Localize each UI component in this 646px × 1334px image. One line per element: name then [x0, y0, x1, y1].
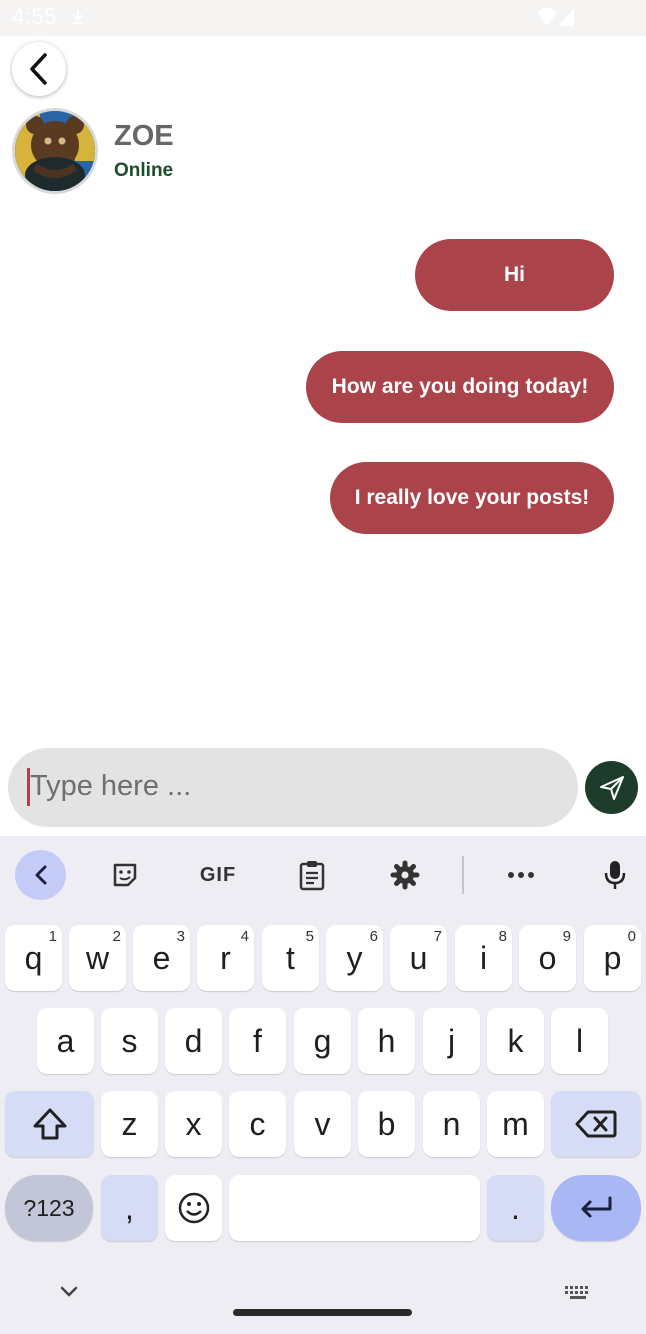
key-x[interactable]: x [165, 1091, 222, 1157]
numbers-key[interactable]: ?123 [5, 1175, 93, 1241]
keyboard-collapse-button[interactable] [15, 850, 66, 900]
key-j[interactable]: j [423, 1008, 480, 1074]
mic-icon [604, 861, 626, 889]
input-placeholder: Type here ... [30, 770, 192, 802]
message-input[interactable]: Type here ... [8, 748, 578, 827]
more-button[interactable] [496, 850, 546, 900]
shift-key[interactable] [5, 1091, 94, 1157]
key-v[interactable]: v [294, 1091, 351, 1157]
avatar[interactable] [12, 108, 98, 194]
key-h[interactable]: h [358, 1008, 415, 1074]
key-e[interactable]: e3 [133, 925, 190, 991]
period-key[interactable]: . [487, 1175, 544, 1241]
key-t[interactable]: t5 [262, 925, 319, 991]
key-f[interactable]: f [229, 1008, 286, 1074]
key-m[interactable]: m [487, 1091, 544, 1157]
message-bubble[interactable]: I really love your posts! [330, 462, 614, 534]
contact-status: Online [114, 160, 174, 181]
key-z[interactable]: z [101, 1091, 158, 1157]
more-icon [508, 872, 534, 878]
key-b[interactable]: b [358, 1091, 415, 1157]
send-icon [599, 775, 624, 800]
settings-button[interactable] [380, 850, 430, 900]
hide-keyboard-icon[interactable] [58, 1284, 80, 1300]
keyboard-switcher-icon[interactable] [564, 1284, 592, 1302]
key-p[interactable]: p0 [584, 925, 641, 991]
signal-icons [537, 8, 574, 26]
backspace-key[interactable] [551, 1091, 641, 1157]
teddy-bear-avatar-image [15, 111, 95, 191]
clipboard-icon [299, 861, 325, 891]
notification-icon [73, 10, 83, 24]
enter-icon [581, 1196, 612, 1218]
emoji-icon [178, 1192, 209, 1224]
key-r[interactable]: r4 [197, 925, 254, 991]
clipboard-button[interactable] [287, 850, 337, 900]
status-time: 4:55 [12, 4, 57, 29]
enter-key[interactable] [551, 1175, 641, 1241]
sticker-icon [113, 863, 137, 887]
key-k[interactable]: k [487, 1008, 544, 1074]
gear-icon [390, 860, 420, 890]
voice-input-button[interactable] [590, 850, 640, 900]
contact-name: ZOE [114, 120, 174, 152]
comma-key[interactable]: , [101, 1175, 158, 1241]
chevron-left-icon [35, 865, 46, 885]
key-w[interactable]: w2 [69, 925, 126, 991]
key-d[interactable]: d [165, 1008, 222, 1074]
message-bubble[interactable]: Hi [415, 239, 614, 311]
back-button[interactable] [12, 42, 66, 96]
key-i[interactable]: i8 [455, 925, 512, 991]
home-indicator[interactable] [233, 1309, 412, 1316]
key-q[interactable]: q1 [5, 925, 62, 991]
shift-icon [33, 1108, 66, 1140]
backspace-icon [575, 1110, 617, 1138]
key-g[interactable]: g [294, 1008, 351, 1074]
send-button[interactable] [585, 761, 638, 814]
soft-keyboard: GIF q1 w2 e3 r4 t5 y6 u 7 i 8 o 9 p 0 a … [0, 836, 646, 1334]
key-y[interactable]: y6 [326, 925, 383, 991]
key-o[interactable]: o9 [519, 925, 576, 991]
status-bar: 4:55 [0, 0, 646, 36]
key-n[interactable]: n [423, 1091, 480, 1157]
message-bubble[interactable]: How are you doing today! [306, 351, 614, 423]
space-key[interactable] [229, 1175, 480, 1241]
toolbar-divider [462, 856, 464, 894]
key-u[interactable]: u7 [390, 925, 447, 991]
key-c[interactable]: c [229, 1091, 286, 1157]
key-a[interactable]: a [37, 1008, 94, 1074]
gif-button[interactable]: GIF [190, 850, 246, 900]
sticker-button[interactable] [100, 850, 150, 900]
key-s[interactable]: s [101, 1008, 158, 1074]
chevron-left-icon [30, 53, 47, 85]
emoji-key[interactable] [165, 1175, 222, 1241]
key-l[interactable]: l [551, 1008, 608, 1074]
